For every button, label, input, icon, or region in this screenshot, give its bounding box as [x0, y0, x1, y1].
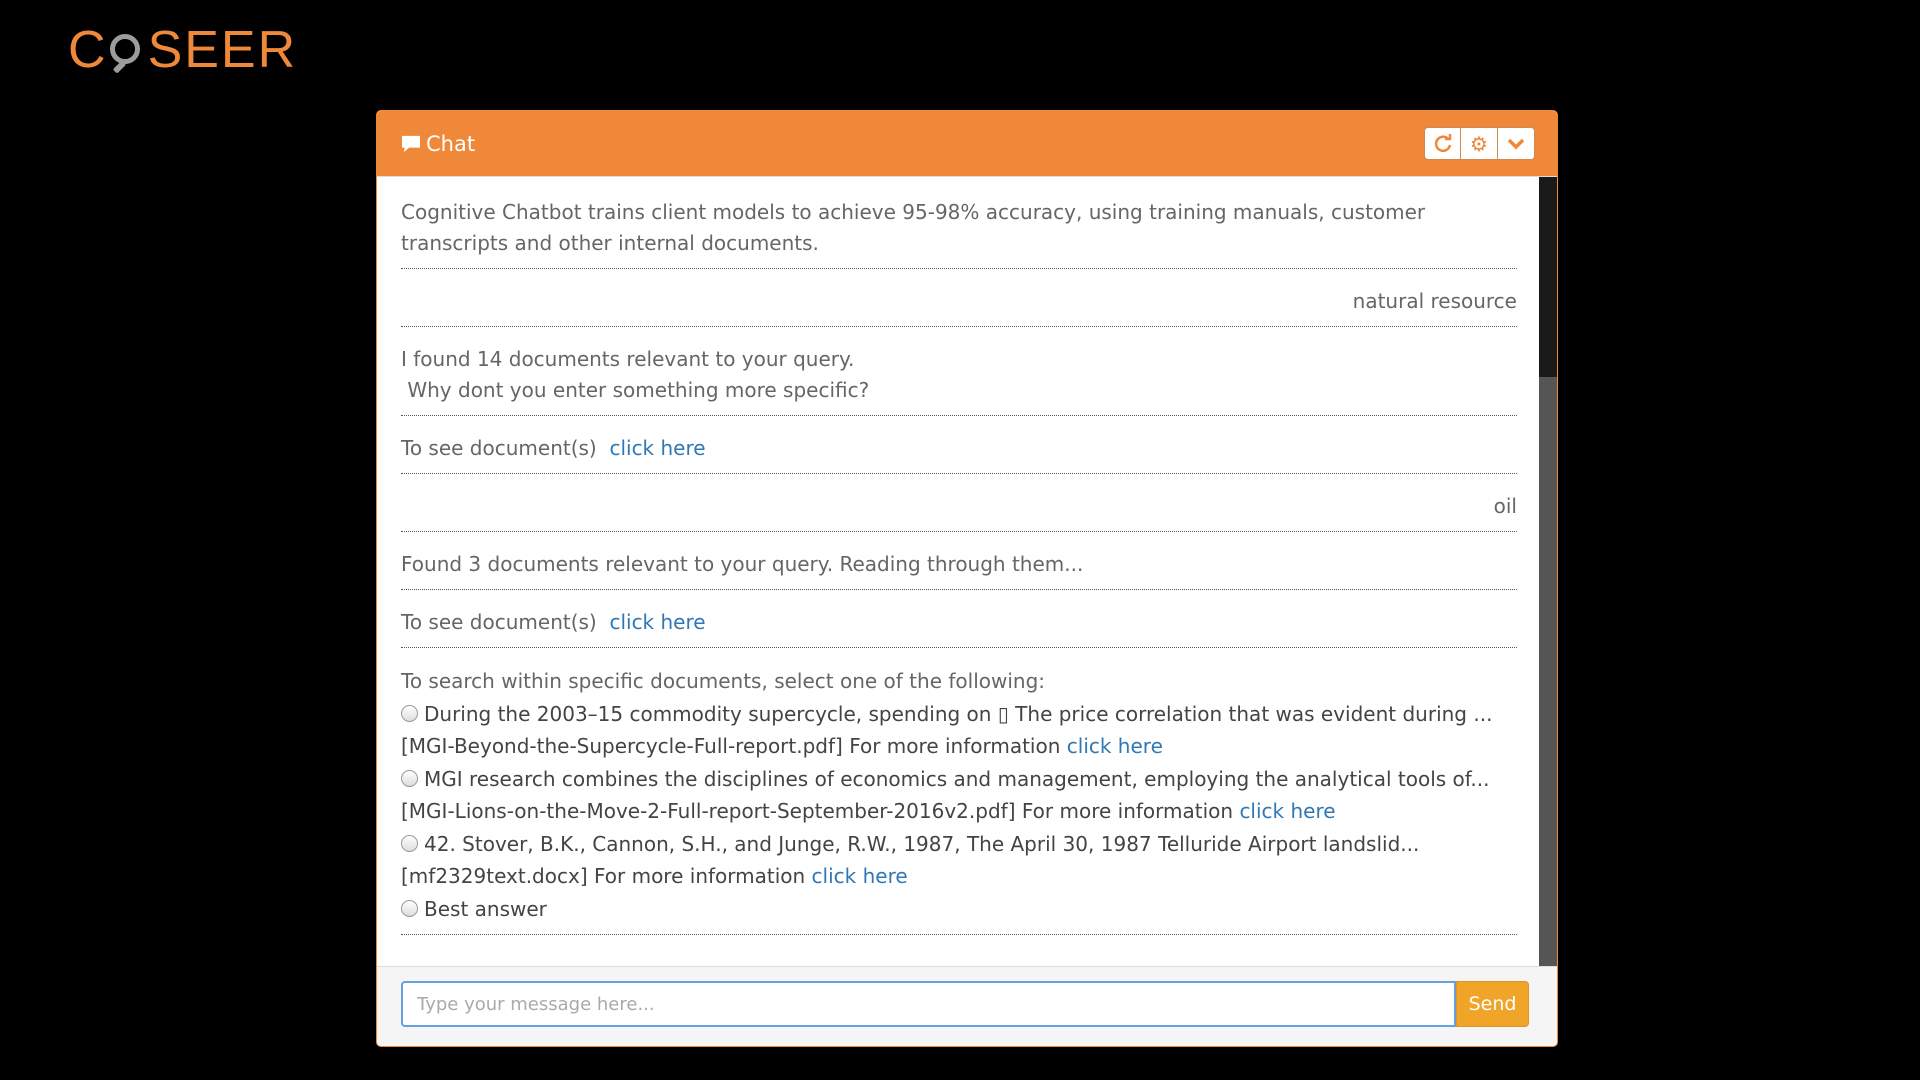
- see-docs-label: To see document(s): [401, 436, 597, 460]
- radio-button[interactable]: [401, 899, 418, 917]
- gear-icon: ⚙: [1470, 131, 1488, 156]
- radio-button[interactable]: [401, 704, 418, 722]
- radio-button[interactable]: [401, 834, 418, 852]
- chat-title-label: Chat: [426, 131, 476, 156]
- option-text: 42. Stover, B.K., Cannon, S.H., and Jung…: [401, 831, 1420, 889]
- coseer-logo: C SEER: [68, 20, 297, 80]
- see-docs-label: To see document(s): [401, 610, 597, 634]
- header-button-group: ⚙: [1424, 127, 1535, 160]
- chevron-down-icon: [1507, 138, 1525, 149]
- scrollbar[interactable]: [1539, 177, 1557, 967]
- document-option[interactable]: During the 2003–15 commodity supercycle,…: [401, 698, 1517, 763]
- chat-messages-area[interactable]: Cognitive Chatbot trains client models t…: [377, 176, 1557, 967]
- refresh-icon: [1434, 133, 1451, 152]
- comment-icon: [402, 135, 420, 152]
- message-input[interactable]: [401, 981, 1456, 1027]
- select-prompt: To search within specific documents, sel…: [401, 669, 1046, 693]
- refresh-button[interactable]: [1424, 127, 1461, 160]
- user-message: natural resource: [401, 282, 1517, 327]
- bot-message-see-docs: To see document(s) click here: [401, 429, 1517, 474]
- document-option[interactable]: 42. Stover, B.K., Cannon, S.H., and Jung…: [401, 828, 1517, 893]
- see-docs-link[interactable]: click here: [609, 436, 705, 460]
- message-text: Found 3 documents relevant to your query…: [401, 552, 1084, 576]
- chat-panel: Chat ⚙ Cognitive Chatbot trains client m…: [376, 110, 1558, 1047]
- chat-header: Chat ⚙: [377, 111, 1557, 176]
- option-text: Best answer: [424, 896, 547, 921]
- chat-footer: Send: [377, 966, 1557, 1046]
- bot-message: Found 3 documents relevant to your query…: [401, 545, 1517, 590]
- collapse-button[interactable]: [1498, 127, 1535, 160]
- more-info-label: For more information: [593, 864, 806, 888]
- logo-text-end: SEER: [147, 21, 298, 79]
- settings-button[interactable]: ⚙: [1461, 127, 1498, 160]
- more-info-label: For more information: [849, 734, 1061, 758]
- message-text: Why dont you enter something more specif…: [407, 378, 870, 402]
- message-input-group: Send: [401, 981, 1529, 1027]
- see-docs-link[interactable]: click here: [609, 610, 705, 634]
- message-text: natural resource: [1352, 289, 1517, 313]
- more-info-link[interactable]: click here: [812, 864, 908, 888]
- chat-title: Chat: [399, 132, 475, 156]
- bot-message-see-docs: To see document(s) click here: [401, 603, 1517, 648]
- scrollbar-thumb[interactable]: [1539, 177, 1557, 377]
- magnifier-icon: [108, 24, 148, 76]
- message-text: Cognitive Chatbot trains client models t…: [401, 200, 1426, 255]
- radio-button[interactable]: [401, 769, 418, 787]
- message-text: oil: [1493, 494, 1517, 518]
- more-info-link[interactable]: click here: [1067, 734, 1163, 758]
- user-message: oil: [401, 487, 1517, 532]
- more-info-label: For more information: [1021, 799, 1234, 823]
- best-answer-option[interactable]: Best answer: [401, 893, 1517, 926]
- bot-message-intro: Cognitive Chatbot trains client models t…: [401, 193, 1517, 269]
- send-button[interactable]: Send: [1456, 981, 1529, 1027]
- message-text: I found 14 documents relevant to your qu…: [401, 347, 855, 371]
- bot-message: I found 14 documents relevant to your qu…: [401, 340, 1517, 416]
- logo-text-start: C: [68, 21, 108, 79]
- bot-message-options: To search within specific documents, sel…: [401, 661, 1517, 935]
- document-option[interactable]: MGI research combines the disciplines of…: [401, 763, 1517, 828]
- more-info-link[interactable]: click here: [1239, 799, 1335, 823]
